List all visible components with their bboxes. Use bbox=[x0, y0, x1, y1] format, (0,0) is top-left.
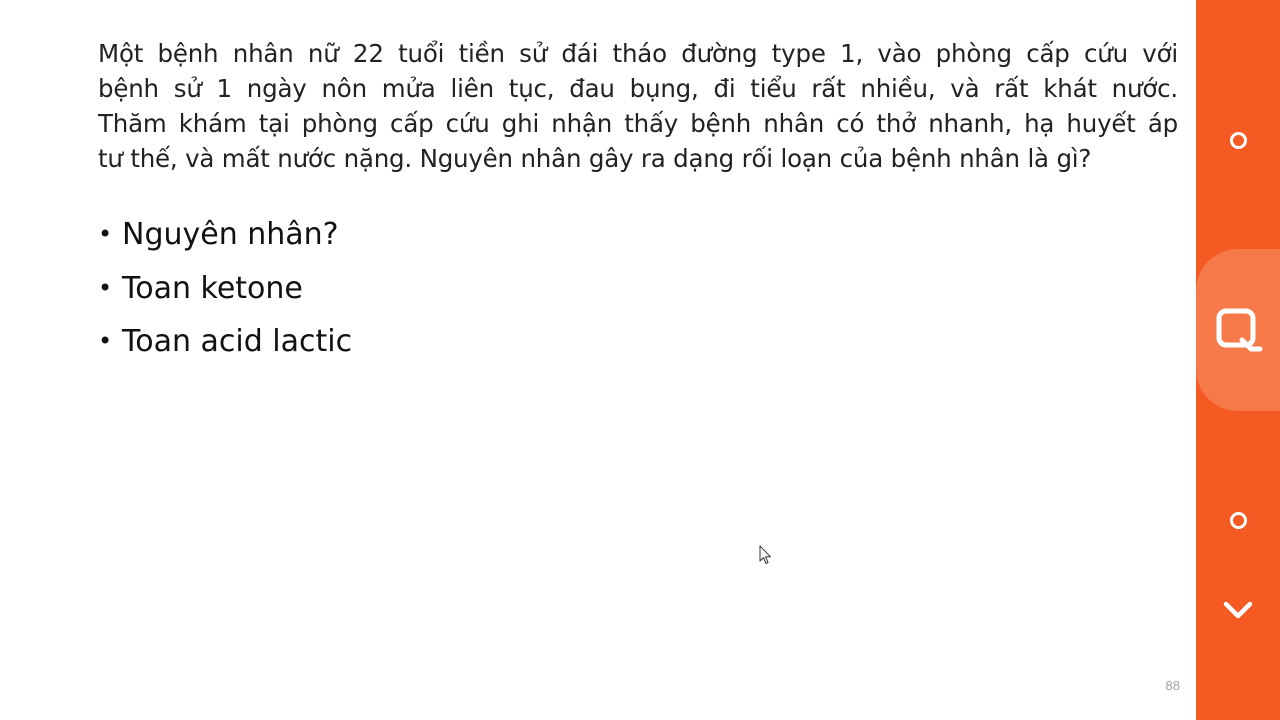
bullet-text: Nguyên nhân? bbox=[122, 217, 339, 252]
bullet-list: • Nguyên nhân? • Toan ketone • Toan acid… bbox=[98, 208, 352, 369]
collapse-button[interactable] bbox=[1196, 590, 1280, 630]
chevron-down-icon bbox=[1223, 601, 1253, 619]
bullet-item: • Toan acid lactic bbox=[98, 315, 352, 369]
bottom-circle-button[interactable] bbox=[1196, 498, 1280, 542]
side-control-panel bbox=[1196, 0, 1280, 720]
page-number: 88 bbox=[1165, 678, 1180, 693]
bullet-text: Toan ketone bbox=[122, 270, 303, 306]
question-text: Một bệnh nhân nữ 22 tuổi tiền sử đái thá… bbox=[98, 36, 1178, 176]
question-line: Một bệnh nhân nữ 22 tuổi tiền sử đái thá… bbox=[98, 39, 1178, 68]
bullet-dot: • bbox=[98, 273, 113, 302]
question-line: Thăm khám tại phòng cấp cứu ghi nhận thấ… bbox=[98, 109, 1178, 138]
top-circle-button[interactable] bbox=[1196, 118, 1280, 162]
bullet-text: Toan acid lactic bbox=[122, 324, 353, 359]
screen: Một bệnh nhân nữ 22 tuổi tiền sử đái thá… bbox=[0, 0, 1280, 720]
slide: Một bệnh nhân nữ 22 tuổi tiền sử đái thá… bbox=[0, 0, 1196, 720]
search-button[interactable] bbox=[1196, 249, 1280, 411]
bullet-item: • Nguyên nhân? bbox=[98, 208, 352, 262]
mouse-cursor-icon bbox=[759, 545, 771, 564]
circle-icon bbox=[1229, 131, 1247, 149]
bullet-dot: • bbox=[98, 220, 113, 248]
circle-icon bbox=[1229, 511, 1247, 529]
search-icon bbox=[1216, 308, 1263, 352]
bullet-dot: • bbox=[98, 327, 113, 355]
bullet-item: • Toan ketone bbox=[98, 262, 352, 316]
question-line: tư thế, và mất nước nặng. Nguyên nhân gâ… bbox=[98, 144, 1092, 173]
question-line: bệnh sử 1 ngày nôn mửa liên tục, đau bụn… bbox=[98, 74, 1178, 103]
